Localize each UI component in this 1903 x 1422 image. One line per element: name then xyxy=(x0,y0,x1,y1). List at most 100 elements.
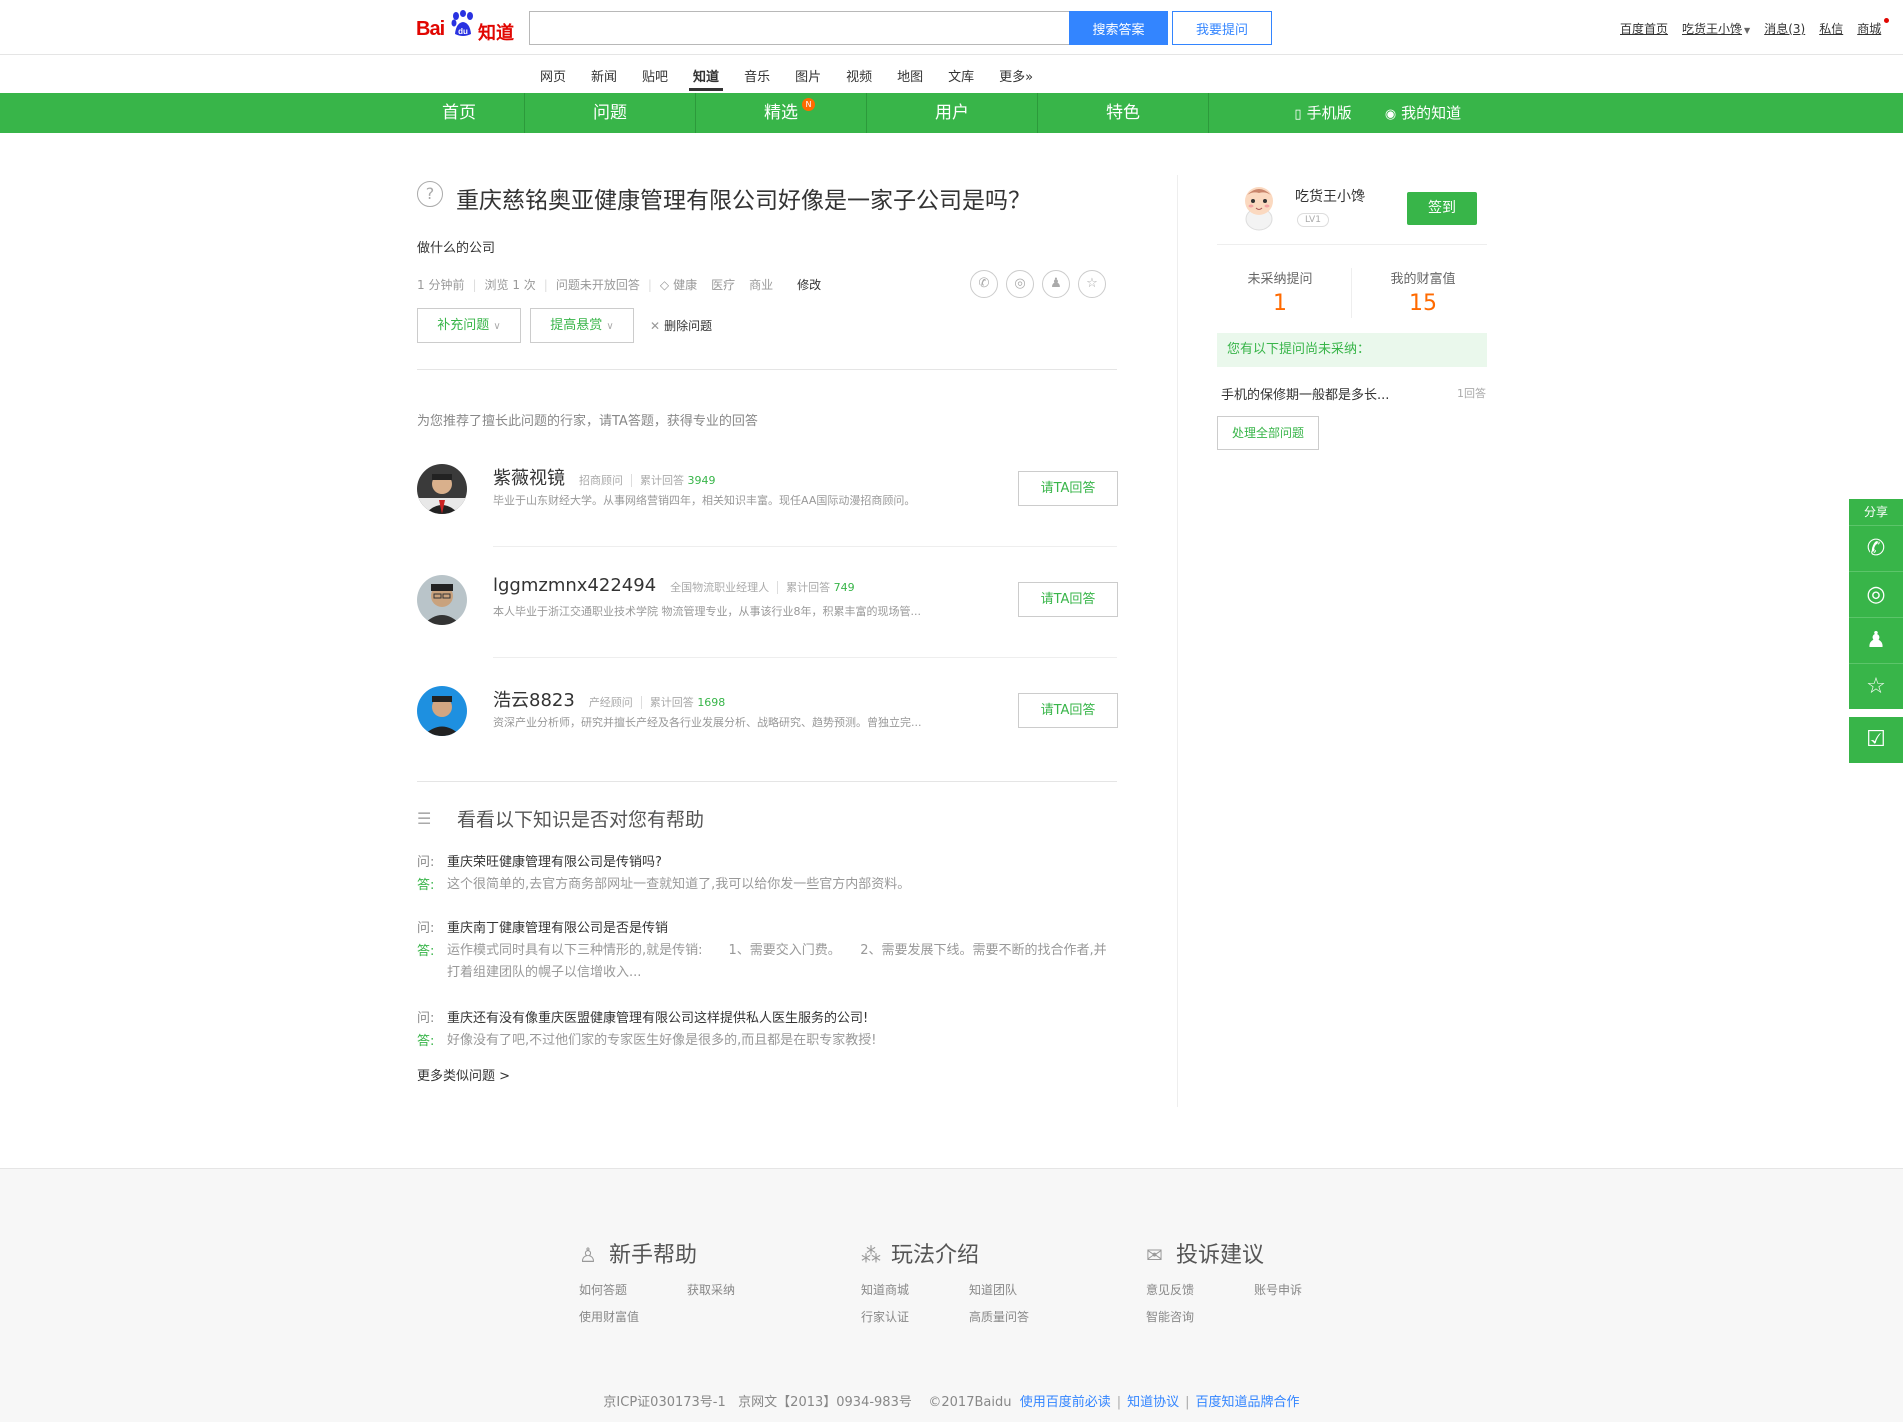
related-question-link[interactable]: 重庆南丁健康管理有限公司是否是传销 xyxy=(447,917,668,936)
username-link[interactable]: 吃货王小馋 xyxy=(1682,20,1742,37)
caret-down-icon[interactable]: ▼ xyxy=(1744,26,1750,35)
footer-link[interactable]: 账号申诉 xyxy=(1254,1281,1362,1298)
channel-map[interactable]: 地图 xyxy=(897,66,923,85)
weibo-icon[interactable]: ◎ xyxy=(1006,270,1034,298)
star-icon[interactable]: ☆ xyxy=(1078,270,1106,298)
delete-question-link[interactable]: ✕ 删除问题 xyxy=(650,317,712,334)
ask-question-button[interactable]: 我要提问 xyxy=(1172,11,1272,45)
clipboard-check-icon[interactable]: ☑ xyxy=(1849,717,1903,763)
channel-zhidao[interactable]: 知道 xyxy=(689,66,724,91)
chevron-down-icon: ∨ xyxy=(493,321,501,332)
footer-link[interactable]: 如何答题 xyxy=(579,1281,687,1298)
baidu-zhidao-logo[interactable]: Bai du 知道 xyxy=(416,8,520,44)
baidu-home-link[interactable]: 百度首页 xyxy=(1620,20,1668,37)
channel-tieba[interactable]: 贴吧 xyxy=(642,66,668,85)
related-answer: 这个很简单的,去官方商务部网址一查就知道了,我可以给你发一些官方内部资料。 xyxy=(447,877,911,892)
expert-title: 招商顾问 xyxy=(579,474,623,487)
user-links: 百度首页 吃货王小馋 ▼ 消息(3) 私信 商城 xyxy=(1620,20,1895,36)
footer-col-play: ⁂ 玩法介绍 知道商城 知道团队 行家认证 高质量问答 xyxy=(861,1237,1077,1325)
related-answer: 运作模式同时具有以下三种情形的,就是传销: 1、需要交入门费。 2、需要发展下线… xyxy=(447,943,1107,980)
nav-featured[interactable]: 精选 xyxy=(696,93,866,133)
wealth-stat[interactable]: 我的财富值 15 xyxy=(1363,268,1483,316)
ask-expert-button[interactable]: 请TA回答 xyxy=(1018,471,1118,506)
channel-more[interactable]: 更多» xyxy=(999,66,1033,85)
related-question-link[interactable]: 重庆还有没有像重庆医盟健康管理有限公司这样提供私人医生服务的公司! xyxy=(447,1007,868,1026)
question-label: 问: xyxy=(417,921,435,936)
search-input[interactable] xyxy=(529,11,1069,45)
question-description: 做什么的公司 xyxy=(417,241,496,256)
expert-answer-count: 累计回答 749 xyxy=(777,581,855,594)
channel-wenku[interactable]: 文库 xyxy=(948,66,974,85)
messages-link[interactable]: 消息(3) xyxy=(1764,20,1805,37)
qq-icon[interactable]: ♟ xyxy=(1849,617,1903,663)
star-icon[interactable]: ☆ xyxy=(1849,663,1903,709)
nav-users[interactable]: 用户 xyxy=(867,93,1037,133)
question-mark-icon: ? xyxy=(417,181,443,207)
raise-reward-button[interactable]: 提高悬赏 ∨ xyxy=(530,308,634,343)
footer: ♙ 新手帮助 如何答题 获取采纳 使用财富值 ⁂ 玩法介绍 知道商城 知道团队 行家… xyxy=(0,1168,1903,1422)
question-title: 重庆慈铭奥亚健康管理有限公司好像是一家子公司是吗？ xyxy=(456,188,1031,214)
expert-name[interactable]: 浩云8823 产经顾问 累计回答 1698 xyxy=(493,686,726,712)
phone-icon: ▯ xyxy=(1294,107,1302,122)
expert-name[interactable]: 紫薇视镜 招商顾问 累计回答 3949 xyxy=(493,464,716,490)
edit-link[interactable]: 修改 xyxy=(797,276,821,293)
sign-in-button[interactable]: 签到 xyxy=(1407,192,1477,225)
handle-all-button[interactable]: 处理全部问题 xyxy=(1217,416,1319,450)
avatar[interactable] xyxy=(417,464,467,514)
footer-col-title: 玩法介绍 xyxy=(891,1243,980,1268)
footer-link[interactable]: 意见反馈 xyxy=(1146,1281,1254,1298)
channel-video[interactable]: 视频 xyxy=(846,66,872,85)
tag-icon: ◇ xyxy=(659,278,670,292)
expert-name[interactable]: lggmzmnx422494 全国物流职业经理人 累计回答 749 xyxy=(493,575,855,596)
tag-link[interactable]: 健康 xyxy=(673,276,697,293)
terms-link[interactable]: 使用百度前必读 xyxy=(1020,1395,1111,1410)
avatar[interactable] xyxy=(417,686,467,736)
footer-link[interactable]: 获取采纳 xyxy=(687,1281,795,1298)
brand-cooperation-link[interactable]: 百度知道品牌合作 xyxy=(1196,1395,1300,1410)
nav-home[interactable]: 首页 xyxy=(394,93,524,133)
floating-share-bar: 分享 ✆ ◎ ♟ ☆ ☑ xyxy=(1849,499,1903,763)
unadopted-stat[interactable]: 未采纳提问 1 xyxy=(1220,268,1340,316)
question-label: 问: xyxy=(417,1011,435,1026)
footer-col-title: 新手帮助 xyxy=(609,1243,698,1268)
footer-link[interactable]: 知道商城 xyxy=(861,1281,969,1298)
share-buttons: ✆ ◎ ♟ ☆ xyxy=(970,270,1114,298)
channel-news[interactable]: 新闻 xyxy=(591,66,617,85)
wechat-icon[interactable]: ✆ xyxy=(1849,525,1903,571)
nav-questions[interactable]: 问题 xyxy=(525,93,695,133)
agreement-link[interactable]: 知道协议 xyxy=(1127,1395,1179,1410)
answer-label: 答: xyxy=(417,944,435,959)
wechat-icon[interactable]: ✆ xyxy=(970,270,998,298)
footer-link[interactable]: 智能咨询 xyxy=(1146,1308,1254,1325)
pending-question-link[interactable]: 手机的保修期一般都是多长... xyxy=(1221,384,1389,403)
ask-expert-button[interactable]: 请TA回答 xyxy=(1018,693,1118,728)
expert-description: 毕业于山东财经大学。从事网络营销四年，相关知识丰富。现任AA国际动漫招商顾问。 xyxy=(493,494,916,507)
private-message-link[interactable]: 私信 xyxy=(1819,20,1843,37)
nav-special[interactable]: 特色 xyxy=(1038,93,1208,133)
related-question-link[interactable]: 重庆荣旺健康管理有限公司是传销吗? xyxy=(447,851,662,870)
weibo-icon[interactable]: ◎ xyxy=(1849,571,1903,617)
channel-images[interactable]: 图片 xyxy=(795,66,821,85)
related-answer: 好像没有了吧,不过他们家的专家医生好像是很多的,而且都是在职专家教授! xyxy=(447,1033,877,1048)
supplement-question-button[interactable]: 补充问题 ∨ xyxy=(417,308,521,343)
footer-link[interactable]: 使用财富值 xyxy=(579,1308,687,1325)
nav-my-zhidao-label: 我的知道 xyxy=(1401,104,1462,122)
nav-my-zhidao[interactable]: ◉ 我的知道 xyxy=(1368,93,1478,133)
mall-link[interactable]: 商城 xyxy=(1857,20,1881,37)
more-similar-link[interactable]: 更多类似问题 > xyxy=(417,1065,510,1084)
qq-icon[interactable]: ♟ xyxy=(1042,270,1070,298)
footer-link[interactable]: 高质量问答 xyxy=(969,1308,1077,1325)
channel-web[interactable]: 网页 xyxy=(540,66,566,85)
search-button[interactable]: 搜索答案 xyxy=(1069,11,1168,45)
footer-link[interactable]: 行家认证 xyxy=(861,1308,969,1325)
user-avatar[interactable] xyxy=(1237,183,1281,231)
ask-expert-button[interactable]: 请TA回答 xyxy=(1018,582,1118,617)
footer-link[interactable]: 知道团队 xyxy=(969,1281,1077,1298)
expert-item: lggmzmnx422494 全国物流职业经理人 累计回答 749 本人毕业于浙江交… xyxy=(417,575,1118,658)
nav-mobile[interactable]: ▯ 手机版 xyxy=(1268,93,1378,133)
sidebar-username[interactable]: 吃货王小馋 xyxy=(1295,186,1365,206)
channel-music[interactable]: 音乐 xyxy=(744,66,770,85)
tag-link[interactable]: 商业 xyxy=(749,276,773,293)
avatar[interactable] xyxy=(417,575,467,625)
tag-link[interactable]: 医疗 xyxy=(711,276,735,293)
